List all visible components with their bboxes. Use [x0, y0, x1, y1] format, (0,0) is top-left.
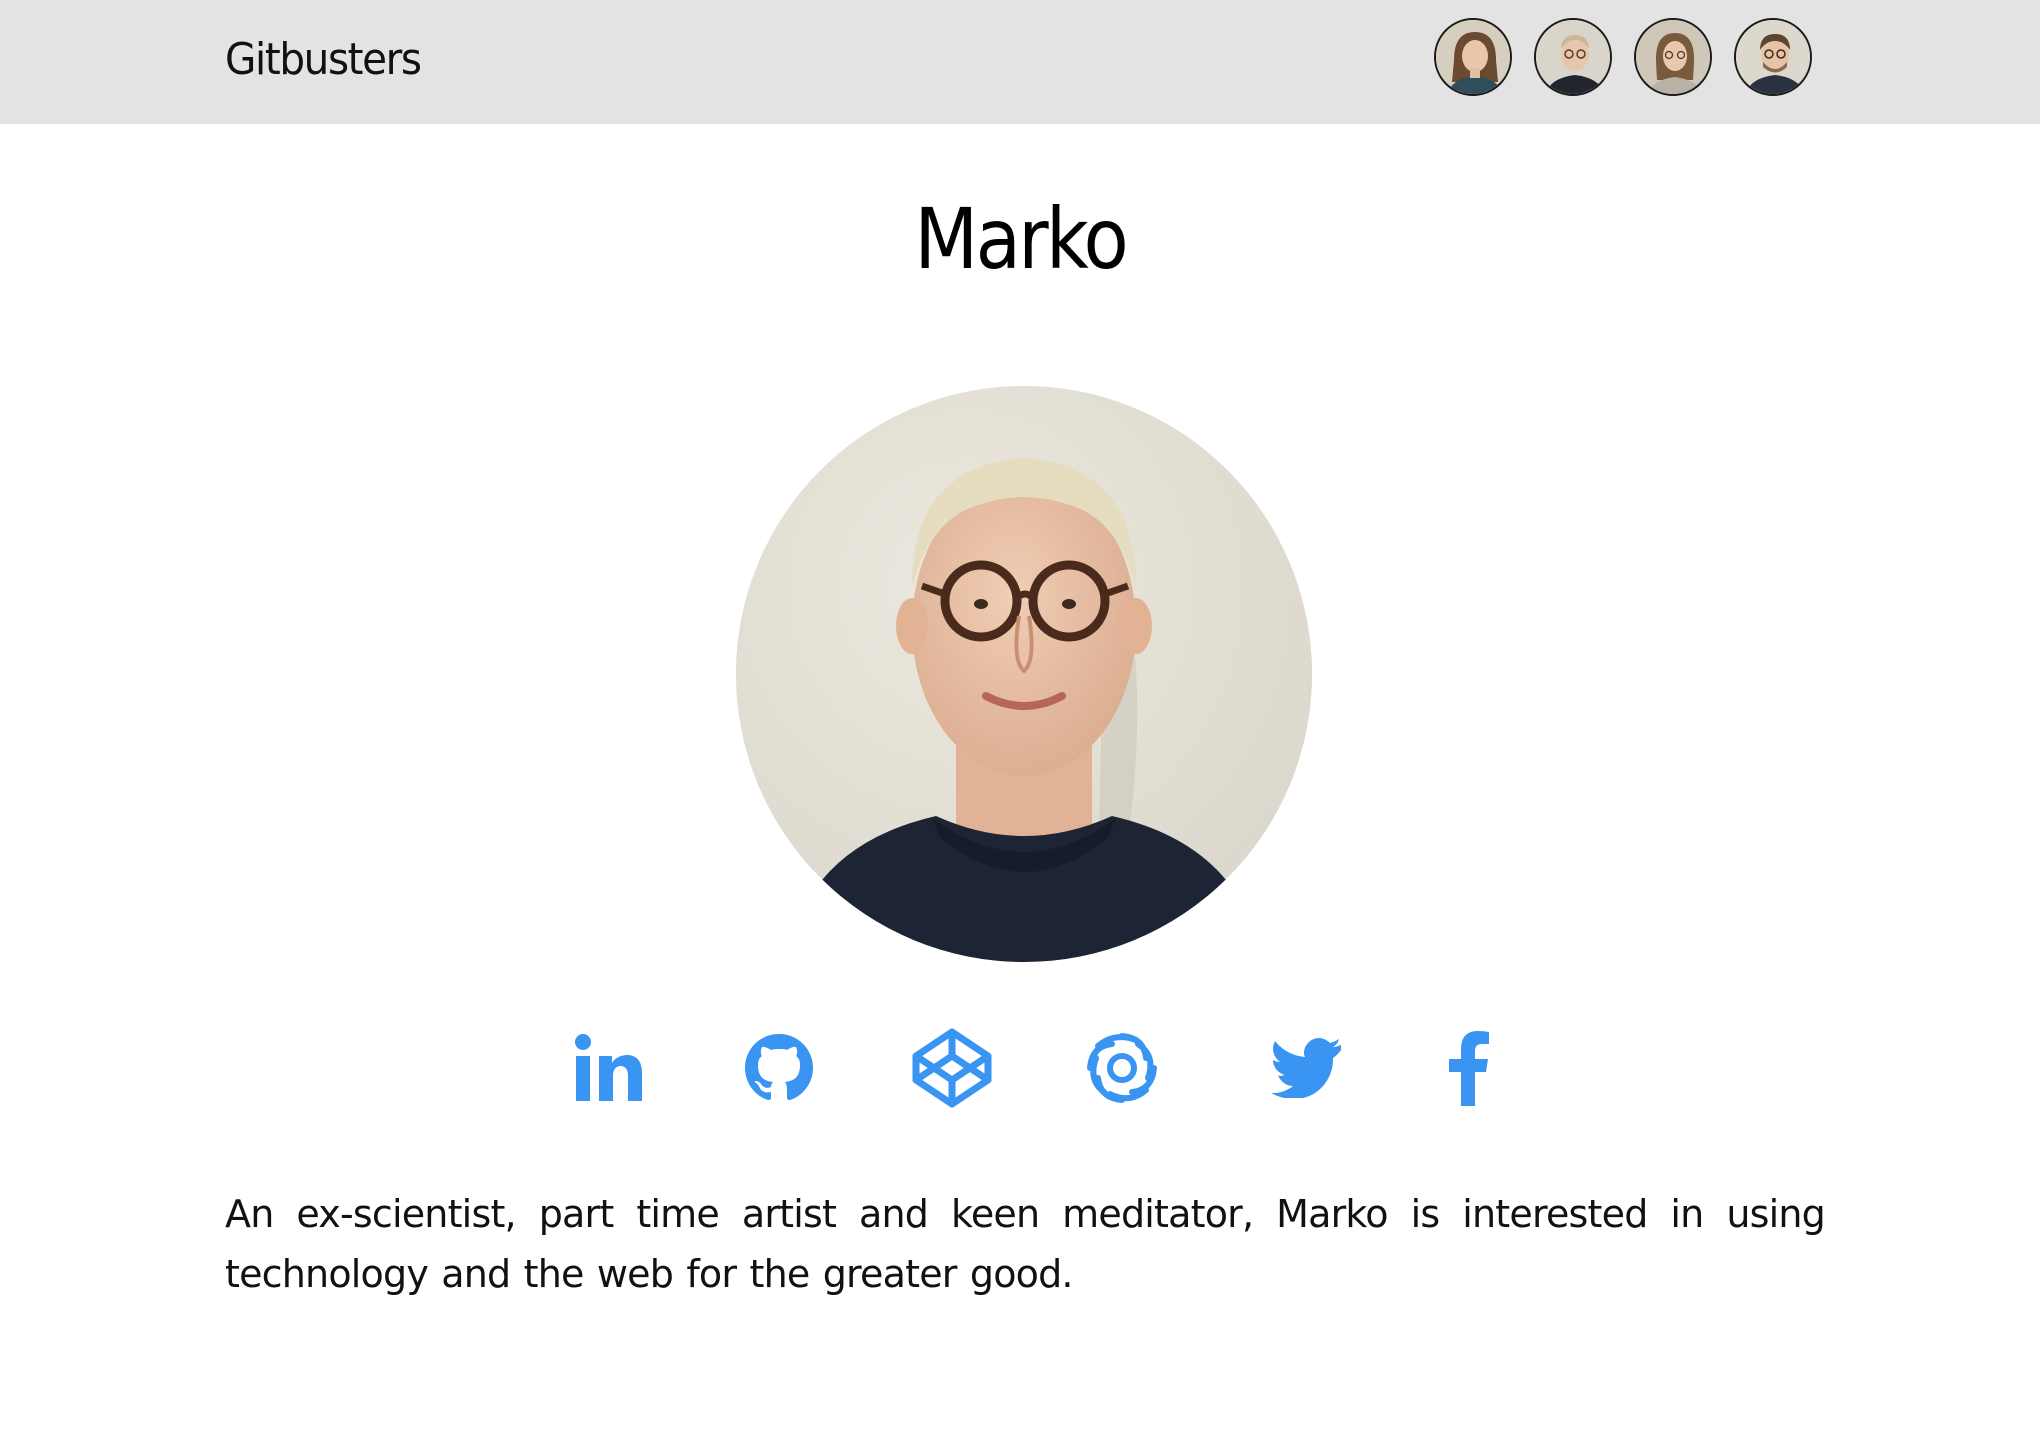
- facebook-link[interactable]: [1424, 1018, 1514, 1118]
- github-link[interactable]: [734, 1018, 824, 1118]
- codepen-icon: [912, 1028, 992, 1108]
- sololearn-icon: [1087, 1033, 1157, 1103]
- codepen-link[interactable]: [907, 1018, 997, 1118]
- profile-bio: An ex-scientist, part time artist and ke…: [225, 1192, 1826, 1296]
- sololearn-link[interactable]: [1077, 1018, 1167, 1118]
- profile-name: Marko: [914, 190, 1128, 288]
- github-icon: [745, 1034, 813, 1100]
- team-avatar-2[interactable]: [1534, 18, 1612, 96]
- profile-photo: [736, 386, 1312, 962]
- site-header: Gitbusters: [0, 0, 2040, 124]
- team-avatar-3[interactable]: [1634, 18, 1712, 96]
- twitter-icon: [1271, 1038, 1341, 1098]
- team-nav: [1434, 18, 1812, 96]
- brand-link[interactable]: Gitbusters: [225, 34, 422, 85]
- social-links: [0, 1018, 2040, 1118]
- facebook-icon: [1449, 1031, 1489, 1106]
- team-avatar-4[interactable]: [1734, 18, 1812, 96]
- page-title: Marko: [0, 190, 2040, 288]
- twitter-link[interactable]: [1262, 1018, 1352, 1118]
- linkedin-icon: [575, 1034, 642, 1101]
- linkedin-link[interactable]: [564, 1018, 654, 1118]
- team-avatar-1[interactable]: [1434, 18, 1512, 96]
